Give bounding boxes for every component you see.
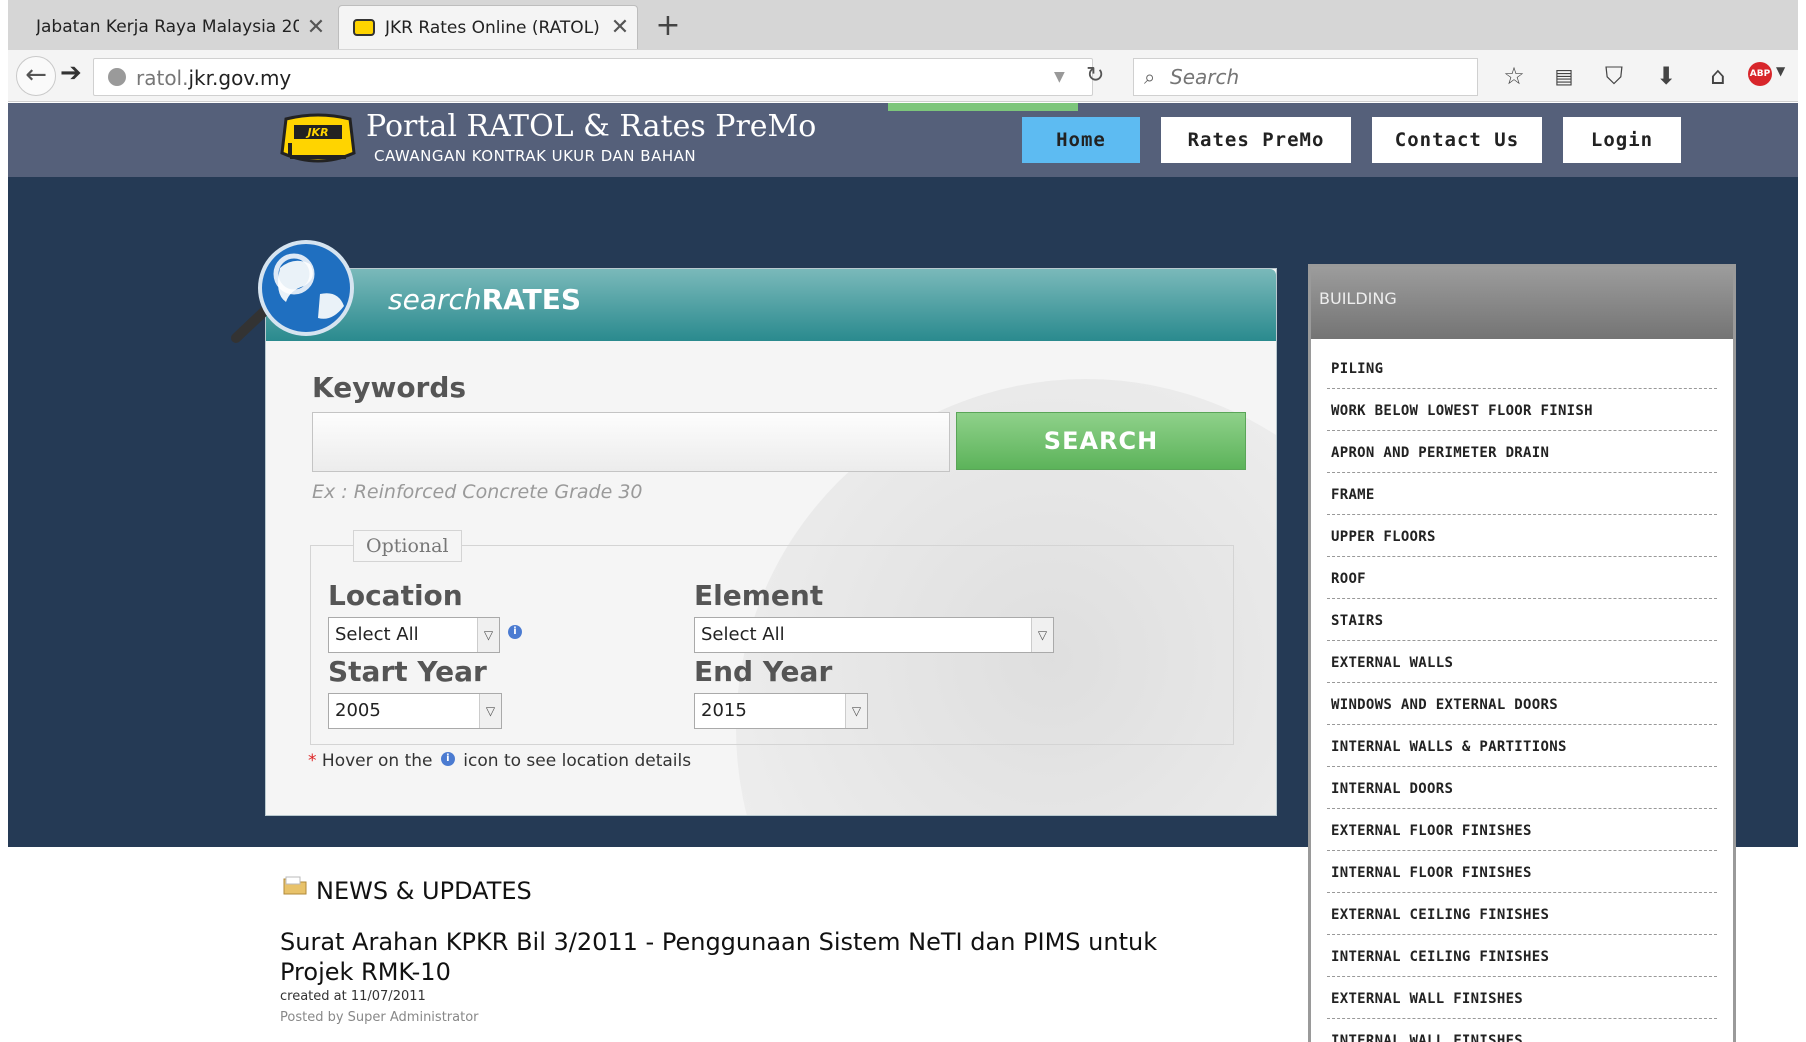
hover-note-suffix: icon to see location details [463, 751, 692, 771]
url-text[interactable]: ratol.jkr.gov.my [136, 66, 291, 90]
back-arrow-icon[interactable]: ← [16, 56, 56, 96]
sidebar-item-upper-floors[interactable]: UPPER FLOORS [1327, 515, 1717, 557]
panel-title-bold: RATES [481, 283, 582, 316]
sidebar-item-internal-walls-partitions[interactable]: INTERNAL WALLS & PARTITIONS [1327, 725, 1717, 767]
start-year-label: Start Year [328, 655, 487, 688]
sidebar-item-internal-ceiling-finishes[interactable]: INTERNAL CEILING FINISHES [1327, 935, 1717, 977]
browser-window: Jabatan Kerja Raya Malaysia 20... ✕ JKR … [0, 0, 1806, 1042]
tab-ratol[interactable]: JKR Rates Online (RATOL) ✕ [338, 5, 638, 49]
element-selected-value: Select All [701, 624, 785, 645]
hover-note: * Hover on the i icon to see location de… [308, 751, 691, 771]
info-icon: i [440, 752, 455, 766]
magnifier-globe-icon [231, 240, 354, 343]
browser-search-box[interactable]: ⌕ [1133, 58, 1478, 96]
globe-icon [108, 68, 126, 86]
header-accent-strip [888, 103, 1078, 111]
end-year-value: 2015 [701, 700, 747, 721]
home-icon[interactable]: ⌂ [1702, 60, 1734, 92]
close-tab-icon[interactable]: ✕ [603, 15, 637, 40]
nav-contact-us-button[interactable]: Contact Us [1372, 117, 1542, 163]
sidebar-item-windows-and-external-doors[interactable]: WINDOWS AND EXTERNAL DOORS [1327, 683, 1717, 725]
url-prefix: ratol. [136, 66, 189, 90]
adblock-icon[interactable]: ABP [1748, 62, 1772, 86]
jkr-favicon-icon [353, 19, 375, 36]
element-label: Element [694, 579, 824, 612]
nav-rates-premo-button[interactable]: Rates PreMo [1161, 117, 1351, 163]
location-selected-value: Select All [335, 624, 419, 645]
start-year-select[interactable]: 2005 ▽ [328, 693, 502, 729]
location-select[interactable]: Select All ▽ [328, 617, 500, 653]
new-tab-button[interactable]: + [648, 8, 688, 43]
sidebar-item-external-floor-finishes[interactable]: EXTERNAL FLOOR FINISHES [1327, 809, 1717, 851]
sidebar-item-work-below-lowest-floor-finish[interactable]: WORK BELOW LOWEST FLOOR FINISH [1327, 389, 1717, 431]
panel-title-italic: search [388, 283, 482, 316]
nav-home-button[interactable]: Home [1022, 117, 1140, 163]
news-folder-icon [283, 876, 307, 895]
star-icon[interactable]: ☆ [1498, 60, 1530, 92]
end-year-label: End Year [694, 655, 833, 688]
sidebar-item-external-ceiling-finishes[interactable]: EXTERNAL CEILING FINISHES [1327, 893, 1717, 935]
chevron-down-icon[interactable]: ▽ [1031, 618, 1053, 652]
news-headline-link[interactable]: Surat Arahan KPKR Bil 3/2011 - Penggunaa… [280, 927, 1220, 987]
tab-title: JKR Rates Online (RATOL) [385, 17, 600, 38]
sidebar-item-frame[interactable]: FRAME [1327, 473, 1717, 515]
keywords-input[interactable] [312, 412, 950, 472]
url-dropdown-icon[interactable]: ▼ [1054, 69, 1065, 85]
jkr-logo[interactable]: JKR [278, 113, 358, 167]
tab-bar: Jabatan Kerja Raya Malaysia 20... ✕ JKR … [8, 0, 1798, 50]
reading-list-icon[interactable]: ▤ [1548, 60, 1580, 92]
chevron-down-icon[interactable]: ▽ [479, 694, 501, 728]
optional-legend: Optional [353, 530, 462, 562]
navigation-bar: ← ➔ ratol.jkr.gov.my ▼ ↻ ⌕ ☆ ▤ ⛉ ⬇ ⌂ ABP… [8, 50, 1798, 102]
sidebar-item-roof[interactable]: ROOF [1327, 557, 1717, 599]
building-sidebar: BUILDING PILING WORK BELOW LOWEST FLOOR … [1308, 264, 1736, 1042]
chevron-down-icon[interactable]: ▽ [845, 694, 867, 728]
end-year-select[interactable]: 2015 ▽ [694, 693, 868, 729]
nav-login-button[interactable]: Login [1563, 117, 1681, 163]
sidebar-item-apron-and-perimeter-drain[interactable]: APRON AND PERIMETER DRAIN [1327, 431, 1717, 473]
portal-subtitle: CAWANGAN KONTRAK UKUR DAN BAHAN [374, 147, 697, 165]
news-posted-by: Posted by Super Administrator [280, 1010, 479, 1025]
hover-note-prefix: Hover on the [321, 751, 433, 771]
sidebar-item-external-wall-finishes[interactable]: EXTERNAL WALL FINISHES [1327, 977, 1717, 1019]
browser-search-input[interactable] [1170, 63, 1460, 91]
location-label: Location [328, 579, 463, 612]
search-button[interactable]: SEARCH [956, 412, 1246, 470]
download-icon[interactable]: ⬇ [1650, 60, 1682, 92]
info-icon[interactable]: i [508, 625, 522, 639]
sidebar-item-internal-wall-finishes[interactable]: INTERNAL WALL FINISHES [1327, 1019, 1717, 1042]
chevron-down-icon[interactable]: ▼ [1776, 64, 1785, 78]
sidebar-item-internal-floor-finishes[interactable]: INTERNAL FLOOR FINISHES [1327, 851, 1717, 893]
panel-title: searchRATES [388, 283, 581, 316]
panel-header: searchRATES [266, 269, 1276, 341]
news-section-title: NEWS & UPDATES [316, 877, 532, 905]
search-icon: ⌕ [1144, 65, 1156, 89]
sidebar-item-piling[interactable]: PILING [1327, 347, 1717, 389]
reload-icon[interactable]: ↻ [1086, 63, 1104, 88]
element-select[interactable]: Select All ▽ [694, 617, 1054, 653]
site-header: JKR Portal RATOL & Rates PreMo CAWANGAN … [8, 103, 1798, 177]
url-domain: jkr.gov.my [188, 66, 292, 90]
search-rates-panel: searchRATES Keywords SEARCH Ex : Reinfor… [265, 268, 1277, 816]
sidebar-item-external-walls[interactable]: EXTERNAL WALLS [1327, 641, 1717, 683]
svg-text:JKR: JKR [305, 126, 328, 139]
keywords-example: Ex : Reinforced Concrete Grade 30 [312, 481, 643, 503]
tab-title: Jabatan Kerja Raya Malaysia 20... [36, 17, 299, 37]
sidebar-item-stairs[interactable]: STAIRS [1327, 599, 1717, 641]
keywords-label: Keywords [312, 371, 467, 404]
tab-jkr-malaysia[interactable]: Jabatan Kerja Raya Malaysia 20... ✕ [8, 5, 333, 49]
news-created-date: created at 11/07/2011 [280, 989, 426, 1004]
chevron-down-icon[interactable]: ▽ [477, 618, 499, 652]
sidebar-item-internal-doors[interactable]: INTERNAL DOORS [1327, 767, 1717, 809]
sidebar-list: PILING WORK BELOW LOWEST FLOOR FINISH AP… [1311, 339, 1733, 1042]
address-bar[interactable]: ratol.jkr.gov.my ▼ ↻ [93, 58, 1104, 96]
required-asterisk: * [308, 751, 317, 771]
pocket-icon[interactable]: ⛉ [1598, 60, 1630, 92]
portal-title: Portal RATOL & Rates PreMo [366, 109, 817, 144]
forward-arrow-icon[interactable]: ➔ [60, 58, 82, 88]
close-tab-icon[interactable]: ✕ [299, 15, 333, 40]
sidebar-heading: BUILDING [1311, 267, 1733, 339]
start-year-value: 2005 [335, 700, 381, 721]
